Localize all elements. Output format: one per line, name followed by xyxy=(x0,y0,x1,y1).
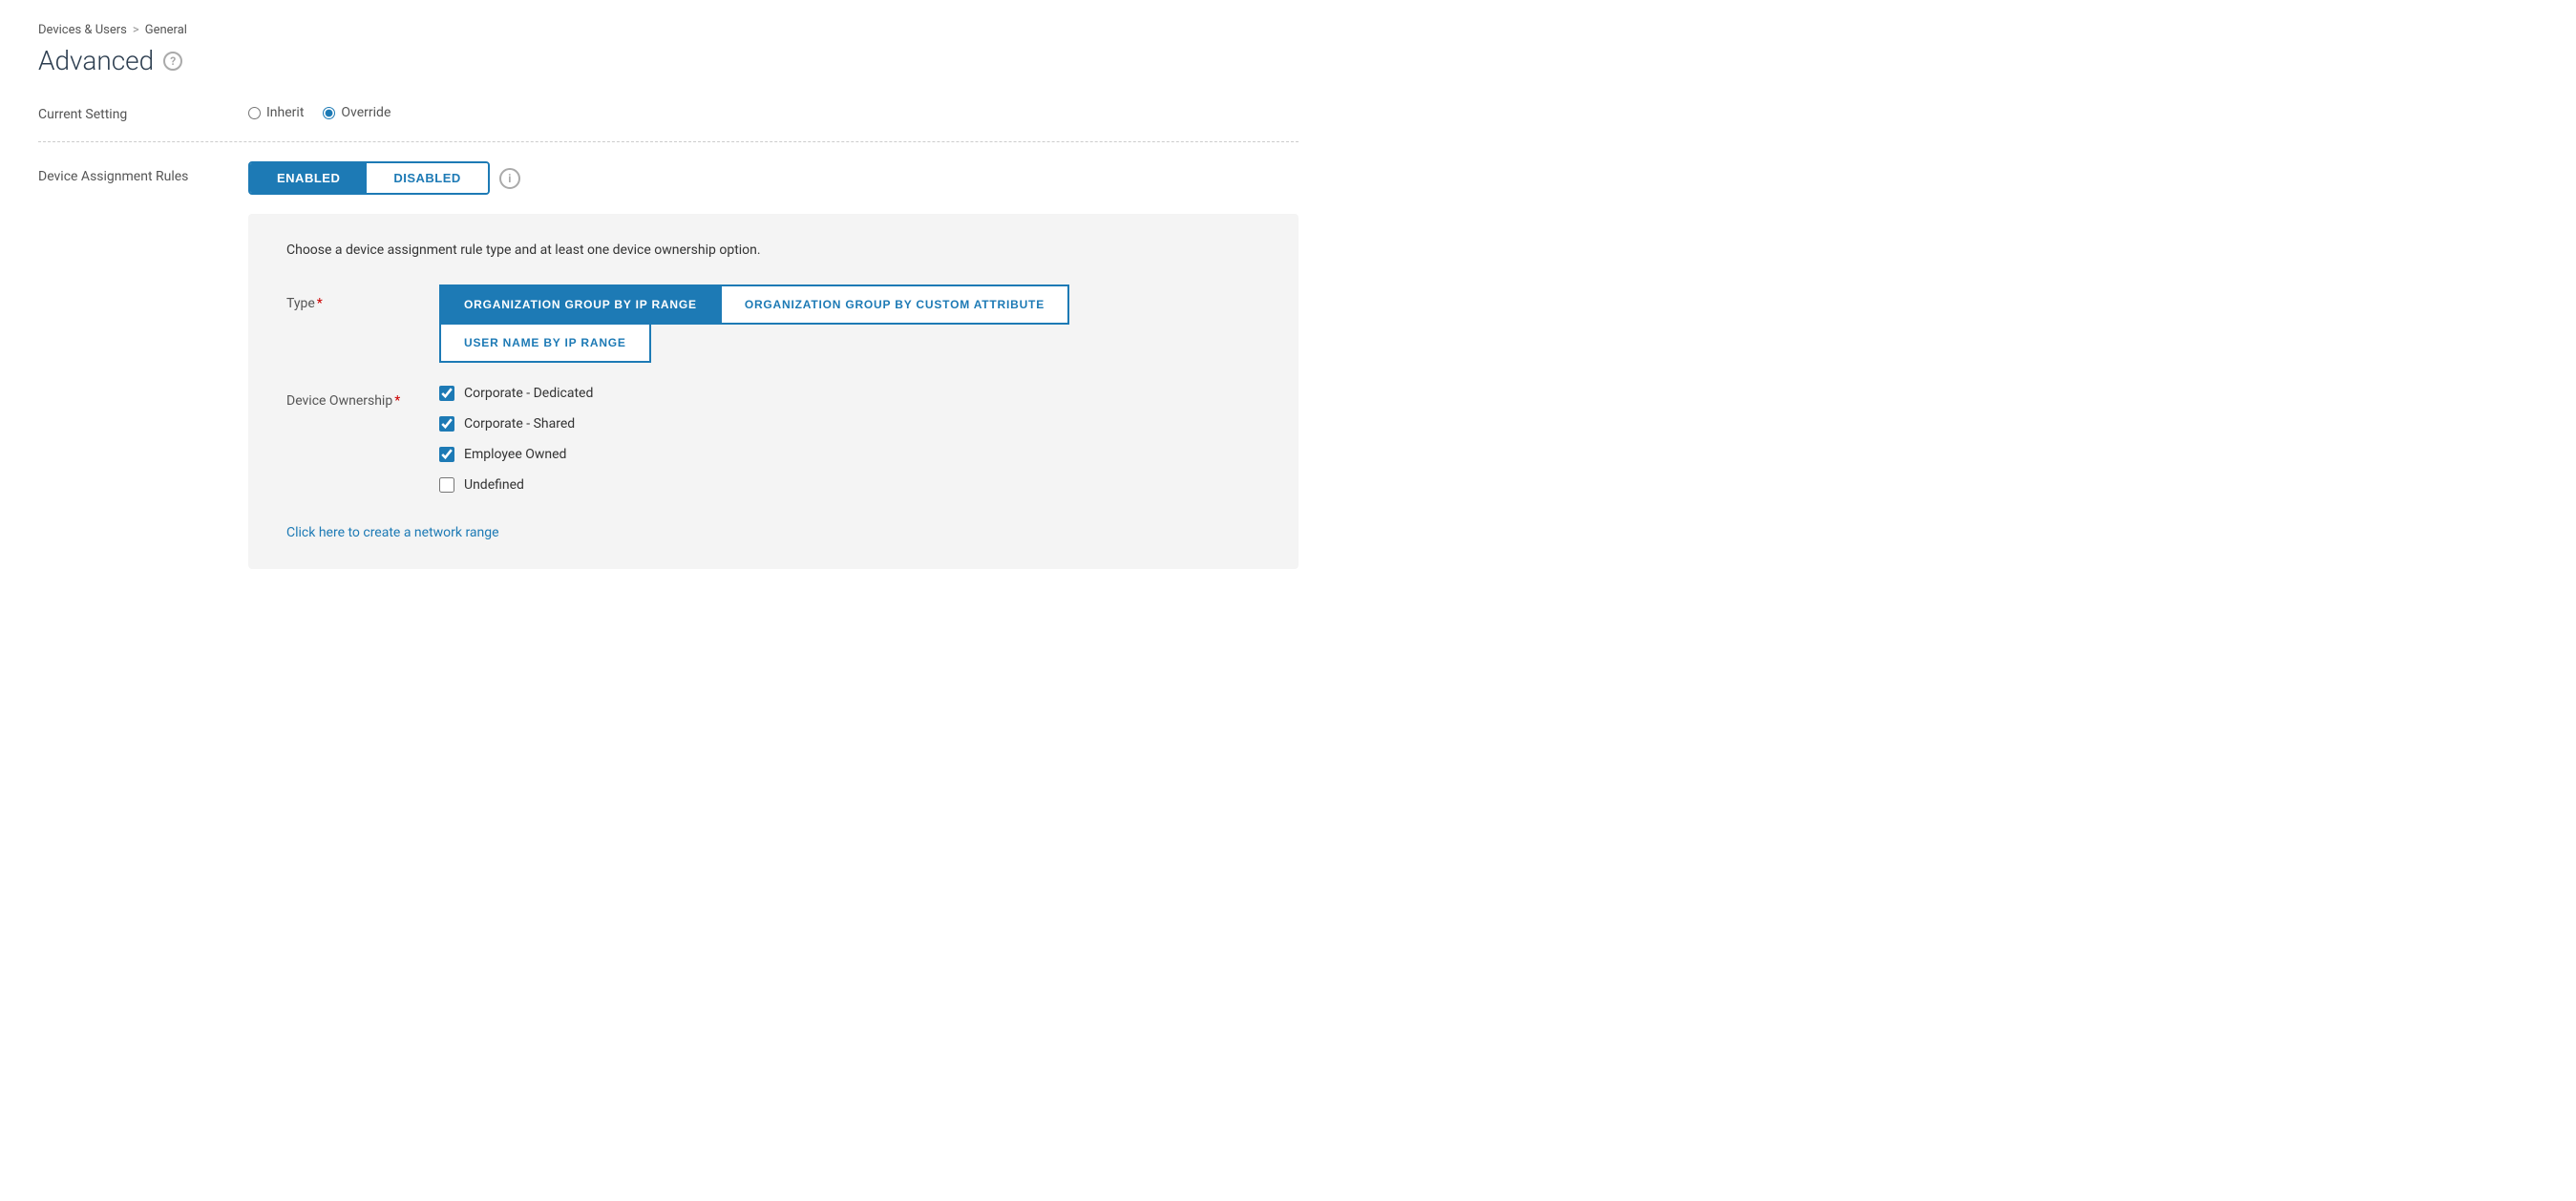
divider xyxy=(38,141,1299,142)
employee-owned-label: Employee Owned xyxy=(464,447,566,462)
type-label: Type* xyxy=(286,284,439,311)
current-setting-label: Current Setting xyxy=(38,99,248,122)
breadcrumb-item1[interactable]: Devices & Users xyxy=(38,23,127,37)
user-name-ip-button[interactable]: USER NAME BY IP RANGE xyxy=(439,323,651,363)
help-icon[interactable]: ? xyxy=(163,52,182,71)
page-container: Devices & Users > General Advanced ? Cur… xyxy=(0,0,1337,592)
toggle-group: ENABLED DISABLED xyxy=(248,161,490,195)
employee-owned-checkbox[interactable] xyxy=(439,447,454,462)
employee-owned-item[interactable]: Employee Owned xyxy=(439,447,593,462)
page-title: Advanced xyxy=(38,45,154,76)
corporate-dedicated-checkbox[interactable] xyxy=(439,386,454,401)
org-group-ip-button[interactable]: ORGANIZATION GROUP BY IP RANGE xyxy=(439,284,720,325)
ownership-required-star: * xyxy=(394,393,400,409)
undefined-item[interactable]: Undefined xyxy=(439,477,593,493)
network-range-link[interactable]: Click here to create a network range xyxy=(286,525,499,540)
ownership-label: Device Ownership* xyxy=(286,386,439,409)
inherit-label: Inherit xyxy=(266,105,304,120)
ownership-row: Device Ownership* Corporate - Dedicated … xyxy=(286,386,1260,493)
org-group-custom-button[interactable]: ORGANIZATION GROUP BY CUSTOM ATTRIBUTE xyxy=(720,284,1069,325)
undefined-label: Undefined xyxy=(464,477,524,493)
disabled-button[interactable]: DISABLED xyxy=(367,163,487,193)
breadcrumb-separator: > xyxy=(133,23,139,37)
info-icon[interactable]: i xyxy=(499,168,520,189)
type-btn-row-1: ORGANIZATION GROUP BY IP RANGE ORGANIZAT… xyxy=(439,284,1069,325)
type-row: Type* ORGANIZATION GROUP BY IP RANGE ORG… xyxy=(286,284,1260,363)
override-radio-label[interactable]: Override xyxy=(323,105,391,120)
breadcrumb: Devices & Users > General xyxy=(38,23,1299,37)
type-buttons-container: ORGANIZATION GROUP BY IP RANGE ORGANIZAT… xyxy=(439,284,1069,363)
corporate-shared-label: Corporate - Shared xyxy=(464,416,575,432)
device-assignment-label: Device Assignment Rules xyxy=(38,161,248,184)
inherit-radio[interactable] xyxy=(248,107,261,119)
override-radio[interactable] xyxy=(323,107,335,119)
inherit-radio-label[interactable]: Inherit xyxy=(248,105,304,120)
type-btn-row-2: USER NAME BY IP RANGE xyxy=(439,323,1069,363)
current-setting-control: Inherit Override xyxy=(248,99,1299,120)
corporate-dedicated-item[interactable]: Corporate - Dedicated xyxy=(439,386,593,401)
corporate-shared-checkbox[interactable] xyxy=(439,416,454,432)
current-setting-row: Current Setting Inherit Override xyxy=(38,99,1299,122)
page-title-container: Advanced ? xyxy=(38,45,1299,76)
breadcrumb-item2[interactable]: General xyxy=(145,23,187,37)
corporate-shared-item[interactable]: Corporate - Shared xyxy=(439,416,593,432)
override-label: Override xyxy=(341,105,391,120)
device-assignment-control: ENABLED DISABLED i xyxy=(248,161,1299,195)
type-required-star: * xyxy=(317,296,323,311)
card-description: Choose a device assignment rule type and… xyxy=(286,242,1260,258)
undefined-checkbox[interactable] xyxy=(439,477,454,493)
device-assignment-row: Device Assignment Rules ENABLED DISABLED… xyxy=(38,161,1299,195)
assignment-card: Choose a device assignment rule type and… xyxy=(248,214,1299,569)
corporate-dedicated-label: Corporate - Dedicated xyxy=(464,386,593,401)
ownership-options: Corporate - Dedicated Corporate - Shared… xyxy=(439,386,593,493)
enabled-button[interactable]: ENABLED xyxy=(250,163,367,193)
